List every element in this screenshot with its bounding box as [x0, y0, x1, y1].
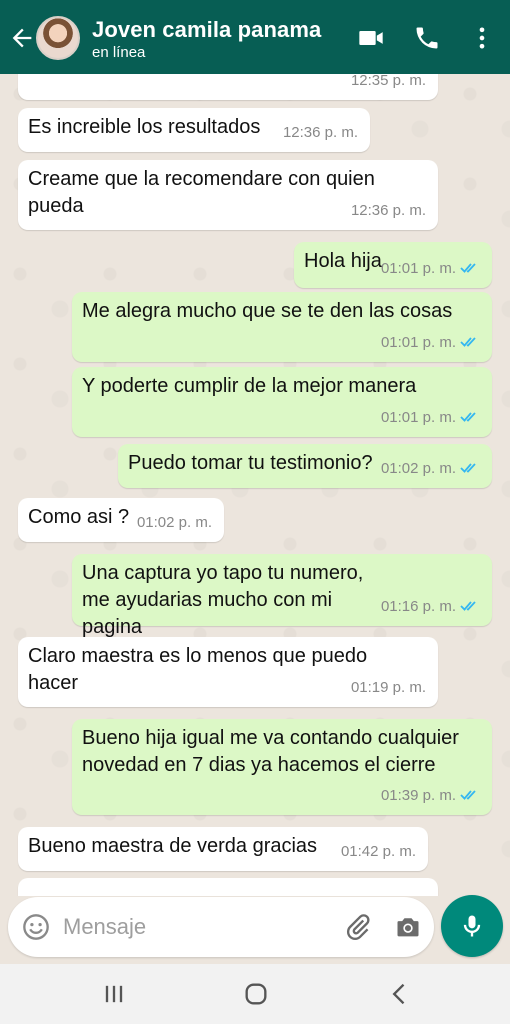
mic-icon — [463, 915, 481, 937]
message-time: 01:19 p. m. — [350, 679, 426, 696]
message-time: 12:36 p. m. — [282, 124, 358, 141]
message-time: 01:42 p. m. — [340, 843, 416, 860]
message-time: 01:39 p. m. — [381, 782, 480, 809]
home-icon[interactable] — [242, 980, 270, 1008]
message-text: Es increible los resultados — [28, 116, 261, 138]
message-text: Puedo tomar tu testimonio? — [128, 452, 373, 474]
phone-icon[interactable] — [413, 24, 441, 52]
contact-name[interactable]: Joven camila panama — [92, 17, 321, 43]
message-time: 12:36 p. m. — [350, 202, 426, 219]
contact-status: en línea — [92, 44, 146, 61]
message-text: Bueno hija igual me va contando cualquie… — [82, 727, 459, 776]
message-time: 01:01 p. m. — [381, 255, 480, 282]
message-text: Hola hija — [304, 250, 382, 272]
message-bubble-incoming[interactable]: 12:35 p. m. — [18, 74, 438, 100]
message-bubble-incoming[interactable]: Creame que la recomendare con quien pued… — [18, 160, 438, 230]
double-check-icon — [460, 463, 476, 473]
message-bubble-outgoing[interactable]: Y poderte cumplir de la mejor manera 01:… — [72, 367, 492, 437]
message-time: 01:02 p. m. — [381, 455, 480, 482]
message-text: Creame que la recomendare con quien pued… — [28, 168, 375, 217]
message-bubble-incoming[interactable]: Es increible los resultados 12:36 p. m. — [18, 108, 370, 152]
message-bubble-outgoing[interactable]: Una captura yo tapo tu numero, me ayudar… — [72, 554, 492, 638]
double-check-icon — [460, 263, 476, 273]
message-input[interactable] — [63, 911, 333, 943]
message-text: Como asi ? — [28, 506, 130, 528]
double-check-icon — [460, 337, 476, 347]
mic-button[interactable] — [441, 895, 503, 957]
message-text: Y poderte cumplir de la mejor manera — [82, 375, 417, 397]
message-time: 01:01 p. m. — [381, 404, 480, 431]
message-time: 01:02 p. m. — [136, 514, 212, 531]
message-bubble-outgoing[interactable]: Me alegra mucho que se te den las cosas … — [72, 292, 492, 362]
message-bubble-outgoing[interactable]: Bueno hija igual me va contando cualquie… — [72, 719, 492, 815]
system-nav-bar — [0, 964, 510, 1024]
message-time: 01:01 p. m. — [381, 329, 480, 356]
message-text: Me alegra mucho que se te den las cosas — [82, 300, 453, 322]
nav-back-icon[interactable] — [386, 980, 414, 1008]
message-bubble-outgoing[interactable]: Puedo tomar tu testimonio? 01:02 p. m. — [118, 444, 492, 488]
message-time: 12:35 p. m. — [350, 74, 426, 89]
message-bubble-incoming[interactable]: Como asi ? 01:02 p. m. — [18, 498, 224, 542]
back-arrow-icon[interactable] — [8, 24, 36, 52]
message-time: 01:16 p. m. — [381, 593, 480, 620]
message-bubble-incoming[interactable]: Claro maestra es lo menos que puedo hace… — [18, 637, 438, 707]
message-text: Claro maestra es lo menos que puedo hace… — [28, 645, 368, 694]
double-check-icon — [460, 790, 476, 800]
message-bubble-incoming[interactable] — [18, 878, 438, 896]
double-check-icon — [460, 412, 476, 422]
double-check-icon — [460, 601, 476, 611]
message-composer — [8, 897, 434, 957]
message-text: Una captura yo tapo tu numero, me ayudar… — [82, 562, 364, 638]
message-text: Bueno maestra de verda gracias — [28, 835, 318, 857]
camera-icon[interactable] — [394, 913, 422, 941]
chat-header: Joven camila panama en línea — [0, 0, 510, 74]
message-bubble-outgoing[interactable]: Hola hija 01:01 p. m. — [294, 242, 492, 288]
emoji-icon[interactable] — [22, 913, 50, 941]
message-bubble-incoming[interactable]: Bueno maestra de verda gracias 01:42 p. … — [18, 827, 428, 871]
recents-icon[interactable] — [100, 980, 128, 1008]
attach-icon[interactable] — [344, 913, 372, 941]
video-call-icon[interactable] — [357, 24, 385, 52]
avatar[interactable] — [36, 16, 80, 60]
more-vert-icon[interactable] — [468, 24, 496, 52]
message-list[interactable]: 12:35 p. m. Es increible los resultados … — [0, 74, 510, 896]
